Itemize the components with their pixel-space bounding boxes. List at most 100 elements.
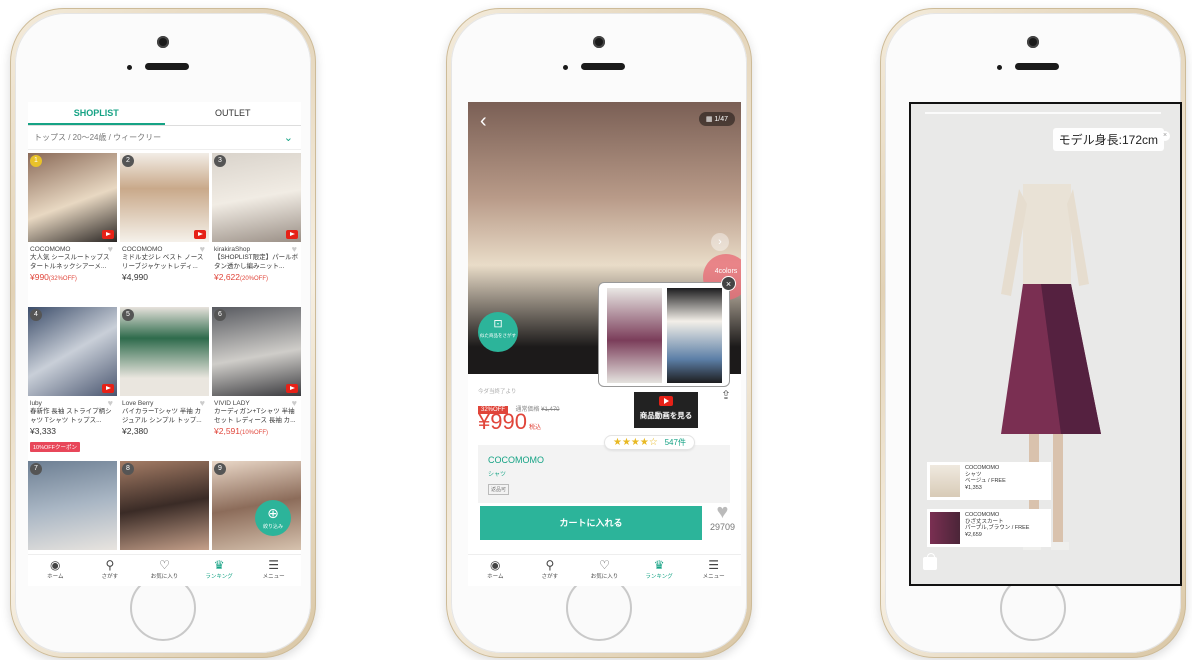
product-card[interactable]: 4 ♥ luby 春新作 長袖 ストライプ柄シャツ Tシャツ トップス... ¥… bbox=[28, 307, 117, 461]
shop-name: Love Berry bbox=[122, 400, 154, 407]
rank-badge: 2 bbox=[122, 155, 134, 167]
nav-favorites[interactable]: ♡ お気に入り bbox=[137, 555, 192, 586]
phone-camera bbox=[1027, 36, 1039, 48]
youtube-icon bbox=[194, 230, 206, 239]
youtube-icon bbox=[659, 396, 673, 406]
heart-icon[interactable]: ♥ bbox=[108, 244, 113, 254]
model-height-label: モデル身長:172cm × bbox=[1052, 128, 1170, 151]
product-title: ミドル丈ジレ ベスト ノースリーブジャケットレディ... bbox=[122, 254, 204, 270]
search-icon: ⚲ bbox=[545, 558, 555, 572]
returnable-tag: 返品可 bbox=[488, 484, 510, 495]
phone-sensor bbox=[563, 65, 568, 70]
watch-video-button[interactable]: 商品動画を見る bbox=[634, 392, 698, 428]
heart-icon: ♡ bbox=[159, 558, 170, 572]
product-chip[interactable]: COCOMOMO シャツ ベージュ / FREE ¥1,353 bbox=[927, 462, 1051, 500]
product-image: 6 bbox=[212, 307, 301, 396]
narrow-down-button[interactable]: ⊕ 絞り込み bbox=[255, 500, 291, 536]
shop-name: COCOMOMO bbox=[122, 246, 163, 253]
product-price: ¥990(32%OFF) bbox=[30, 272, 77, 282]
rating-pill[interactable]: ★★★★☆ 547件 bbox=[604, 435, 695, 450]
product-info: ♥ COCOMOMO ミドル丈ジレ ベスト ノースリーブジャケットレディ... … bbox=[120, 242, 209, 282]
close-icon[interactable]: × bbox=[721, 276, 736, 291]
watch-video-label: 商品動画を見る bbox=[639, 411, 693, 420]
heart-icon[interactable]: ♥ bbox=[200, 244, 205, 254]
nav-menu[interactable]: ☰ メニュー bbox=[686, 555, 741, 586]
phone-sensor bbox=[997, 65, 1002, 70]
nav-home[interactable]: ◉ ホーム bbox=[468, 555, 523, 586]
phone-camera bbox=[593, 36, 605, 48]
nav-search[interactable]: ⚲ さがす bbox=[83, 555, 138, 586]
tab-outlet[interactable]: OUTLET bbox=[165, 102, 302, 125]
youtube-icon bbox=[102, 384, 114, 393]
product-title: カーディガン+Tシャツ 半袖セット レディース 長袖 カ... bbox=[214, 408, 296, 424]
heart-icon[interactable]: ♥ bbox=[108, 398, 113, 408]
product-price: ¥4,990 bbox=[122, 272, 148, 282]
heart-icon[interactable]: ♥ bbox=[292, 398, 297, 408]
back-icon[interactable]: ‹ bbox=[480, 110, 487, 133]
shop-name: luby bbox=[30, 400, 42, 407]
tab-shoplist[interactable]: SHOPLIST bbox=[28, 102, 165, 125]
shopping-bag-icon[interactable] bbox=[923, 553, 937, 570]
favorite-count: 29709 bbox=[709, 522, 735, 532]
product-chip-text: COCOMOMO ひざ丈スカート パープル,ブラウン / FREE ¥2,659 bbox=[965, 512, 1030, 538]
image-counter: ▦ 1/47 bbox=[698, 112, 735, 126]
narrow-down-label: 絞り込み bbox=[262, 524, 283, 530]
nav-search[interactable]: ⚲ さがす bbox=[523, 555, 578, 586]
heart-icon[interactable]: ♥ bbox=[292, 244, 297, 254]
product-image: 5 bbox=[120, 307, 209, 396]
product-info: ♥ kirakiraShop 【SHOPLIST限定】パールボタン透かし編みニッ… bbox=[212, 242, 301, 282]
similar-items-button[interactable]: ⊡ 似た商品をさがす bbox=[478, 312, 518, 352]
add-to-cart-button[interactable]: カートに入れる bbox=[480, 506, 702, 540]
similar-items-label: 似た商品をさがす bbox=[480, 333, 516, 338]
video-progress-bar[interactable] bbox=[925, 112, 1161, 114]
product-card[interactable]: 3 ♥ kirakiraShop 【SHOPLIST限定】パールボタン透かし編み… bbox=[212, 153, 301, 307]
phone-camera bbox=[157, 36, 169, 48]
heart-icon: ♥ bbox=[716, 501, 729, 523]
shop-name: COCOMOMO bbox=[30, 246, 71, 253]
youtube-icon bbox=[286, 384, 298, 393]
close-icon[interactable]: × bbox=[1160, 131, 1170, 141]
heart-icon: ♡ bbox=[599, 558, 610, 572]
bottom-nav: ◉ ホーム ⚲ さがす ♡ お気に入り ♛ ランキング ☰ メニュー bbox=[468, 554, 741, 586]
product-price: ¥2,622(20%OFF) bbox=[214, 272, 269, 282]
nav-ranking[interactable]: ♛ ランキング bbox=[192, 555, 247, 586]
heart-icon[interactable]: ♥ bbox=[200, 398, 205, 408]
product-info: ♥ luby 春新作 長袖 ストライプ柄シャツ Tシャツ トップス... ¥3,… bbox=[28, 396, 117, 454]
video-thumbnail[interactable] bbox=[607, 288, 662, 383]
filter-dropdown[interactable]: トップス / 20〜24歳 / ウィークリー ⌄ bbox=[28, 126, 301, 150]
phone-speaker bbox=[1015, 63, 1059, 70]
product-card[interactable]: 1 ♥ COCOMOMO 大人気 シースルートップス タートルネックシアーメ..… bbox=[28, 153, 117, 307]
product-detail-screen: ‹ ▦ 1/47 › 4colors ⊡ 似た商品をさがす × 商品動画を見る … bbox=[468, 102, 741, 586]
chevron-right-icon[interactable]: › bbox=[711, 233, 729, 251]
product-image: 2 bbox=[120, 153, 209, 242]
product-card[interactable]: 5 ♥ Love Berry バイカラーTシャツ 半袖 カジュアル シンプル ト… bbox=[120, 307, 209, 461]
home-icon: ◉ bbox=[50, 558, 61, 572]
phone-frame-2: ‹ ▦ 1/47 › 4colors ⊡ 似た商品をさがす × 商品動画を見る … bbox=[446, 8, 752, 658]
product-image: 8 bbox=[120, 461, 209, 550]
share-icon[interactable]: ⇪ bbox=[721, 388, 731, 402]
brand-name[interactable]: COCOMOMO bbox=[488, 455, 720, 465]
product-title: 【SHOPLIST限定】パールボタン透かし編みニット... bbox=[214, 254, 299, 270]
product-info: ♥ COCOMOMO 大人気 シースルートップス タートルネックシアーメ... … bbox=[28, 242, 117, 282]
product-card[interactable]: 2 ♥ COCOMOMO ミドル丈ジレ ベスト ノースリーブジャケットレディ..… bbox=[120, 153, 209, 307]
product-info: ♥ VIVID LADY カーディガン+Tシャツ 半袖セット レディース 長袖 … bbox=[212, 396, 301, 436]
video-popup: × bbox=[598, 276, 736, 387]
menu-icon: ☰ bbox=[708, 558, 720, 572]
favorite-button[interactable]: ♥ 29709 bbox=[710, 502, 735, 532]
product-price: ¥2,591(10%OFF) bbox=[214, 426, 269, 436]
rank-badge: 6 bbox=[214, 309, 226, 321]
menu-icon: ☰ bbox=[268, 558, 280, 572]
nav-ranking[interactable]: ♛ ランキング bbox=[632, 555, 687, 586]
product-summary: COCOMOMO シャツ 返品可 bbox=[478, 445, 730, 503]
product-card[interactable]: 6 ♥ VIVID LADY カーディガン+Tシャツ 半袖セット レディース 長… bbox=[212, 307, 301, 461]
nav-favorites[interactable]: ♡ お気に入り bbox=[577, 555, 632, 586]
rank-badge: 3 bbox=[214, 155, 226, 167]
product-chip[interactable]: COCOMOMO ひざ丈スカート パープル,ブラウン / FREE ¥2,659 bbox=[927, 509, 1051, 547]
nav-home[interactable]: ◉ ホーム bbox=[28, 555, 83, 586]
video-thumbnail[interactable] bbox=[667, 288, 722, 383]
crown-icon: ♛ bbox=[653, 558, 665, 572]
coupon-badge: 10%OFFクーポン bbox=[30, 442, 81, 452]
crown-icon: ♛ bbox=[213, 558, 225, 572]
shop-name: VIVID LADY bbox=[214, 400, 250, 407]
nav-menu[interactable]: ☰ メニュー bbox=[246, 555, 301, 586]
